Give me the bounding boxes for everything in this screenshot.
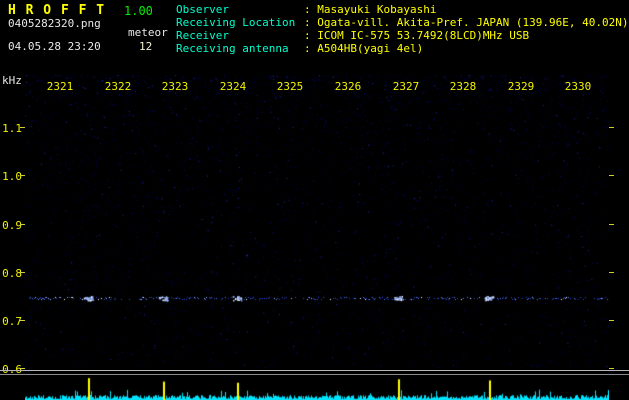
app-title: H R O F F T xyxy=(8,3,106,18)
info-row-antenna: Receiving antenna: A504HB(yagi 4el) xyxy=(176,42,629,55)
info-separator: : xyxy=(304,16,318,29)
station-info: Observer: Masayuki Kobayashi Receiving L… xyxy=(176,3,629,55)
mode-label: meteor xyxy=(128,26,168,39)
x-tick-label: 2322 xyxy=(104,80,132,93)
x-tick-label: 2321 xyxy=(46,80,74,93)
y-tick-mark xyxy=(609,127,614,128)
y-tick-mark xyxy=(609,272,614,273)
echo-count: 12 xyxy=(139,40,153,53)
hrofft-screenshot: H R O F F T 1.00 0405282320.png meteor 0… xyxy=(0,0,629,400)
info-value: Masayuki Kobayashi xyxy=(317,3,437,16)
app-version: 1.00 xyxy=(124,4,153,18)
y-tick-label: 1.1 xyxy=(2,122,22,135)
amplitude-canvas xyxy=(25,377,609,400)
datetime: 04.05.28 23:20 xyxy=(8,40,101,53)
y-tick-label: 0.9 xyxy=(2,219,22,232)
filename: 0405282320.png xyxy=(8,17,101,30)
info-row-observer: Observer: Masayuki Kobayashi xyxy=(176,3,629,16)
y-tick-mark xyxy=(609,224,614,225)
info-separator: : xyxy=(304,3,318,16)
x-tick-label: 2323 xyxy=(161,80,189,93)
y-tick-mark xyxy=(20,368,25,369)
y-tick-mark xyxy=(609,175,614,176)
x-tick-label: 2324 xyxy=(219,80,247,93)
info-label: Receiving Location xyxy=(176,16,296,29)
info-value: A504HB(yagi 4el) xyxy=(317,42,424,55)
y-tick-label: 0.8 xyxy=(2,267,22,280)
info-value: Ogata-vill. Akita-Pref. JAPAN (139.96E, … xyxy=(317,16,629,29)
info-value: ICOM IC-575 53.7492(8LCD)MHz USB xyxy=(317,29,530,42)
spectrogram-canvas xyxy=(25,75,609,368)
info-row-receiver: Receiver: ICOM IC-575 53.7492(8LCD)MHz U… xyxy=(176,29,629,42)
y-tick-mark xyxy=(609,368,614,369)
divider-line xyxy=(0,370,629,371)
y-tick-label: 0.7 xyxy=(2,315,22,328)
info-label: Receiver xyxy=(176,29,229,42)
info-separator: : xyxy=(304,29,318,42)
x-tick-label: 2325 xyxy=(276,80,304,93)
x-tick-label: 2326 xyxy=(334,80,362,93)
divider-line xyxy=(0,374,629,375)
info-label: Receiving antenna xyxy=(176,42,289,55)
y-tick-label: 1.0 xyxy=(2,170,22,183)
x-tick-label: 2330 xyxy=(564,80,592,93)
spectrogram: 2321 2322 2323 2324 2325 2326 2327 2328 … xyxy=(25,75,609,368)
info-label: Observer xyxy=(176,3,229,16)
y-tick-mark xyxy=(609,320,614,321)
info-row-location: Receiving Location: Ogata-vill. Akita-Pr… xyxy=(176,16,629,29)
x-tick-label: 2327 xyxy=(392,80,420,93)
info-separator: : xyxy=(304,42,318,55)
y-axis-unit: kHz xyxy=(2,74,22,87)
x-tick-label: 2328 xyxy=(449,80,477,93)
x-tick-label: 2329 xyxy=(507,80,535,93)
